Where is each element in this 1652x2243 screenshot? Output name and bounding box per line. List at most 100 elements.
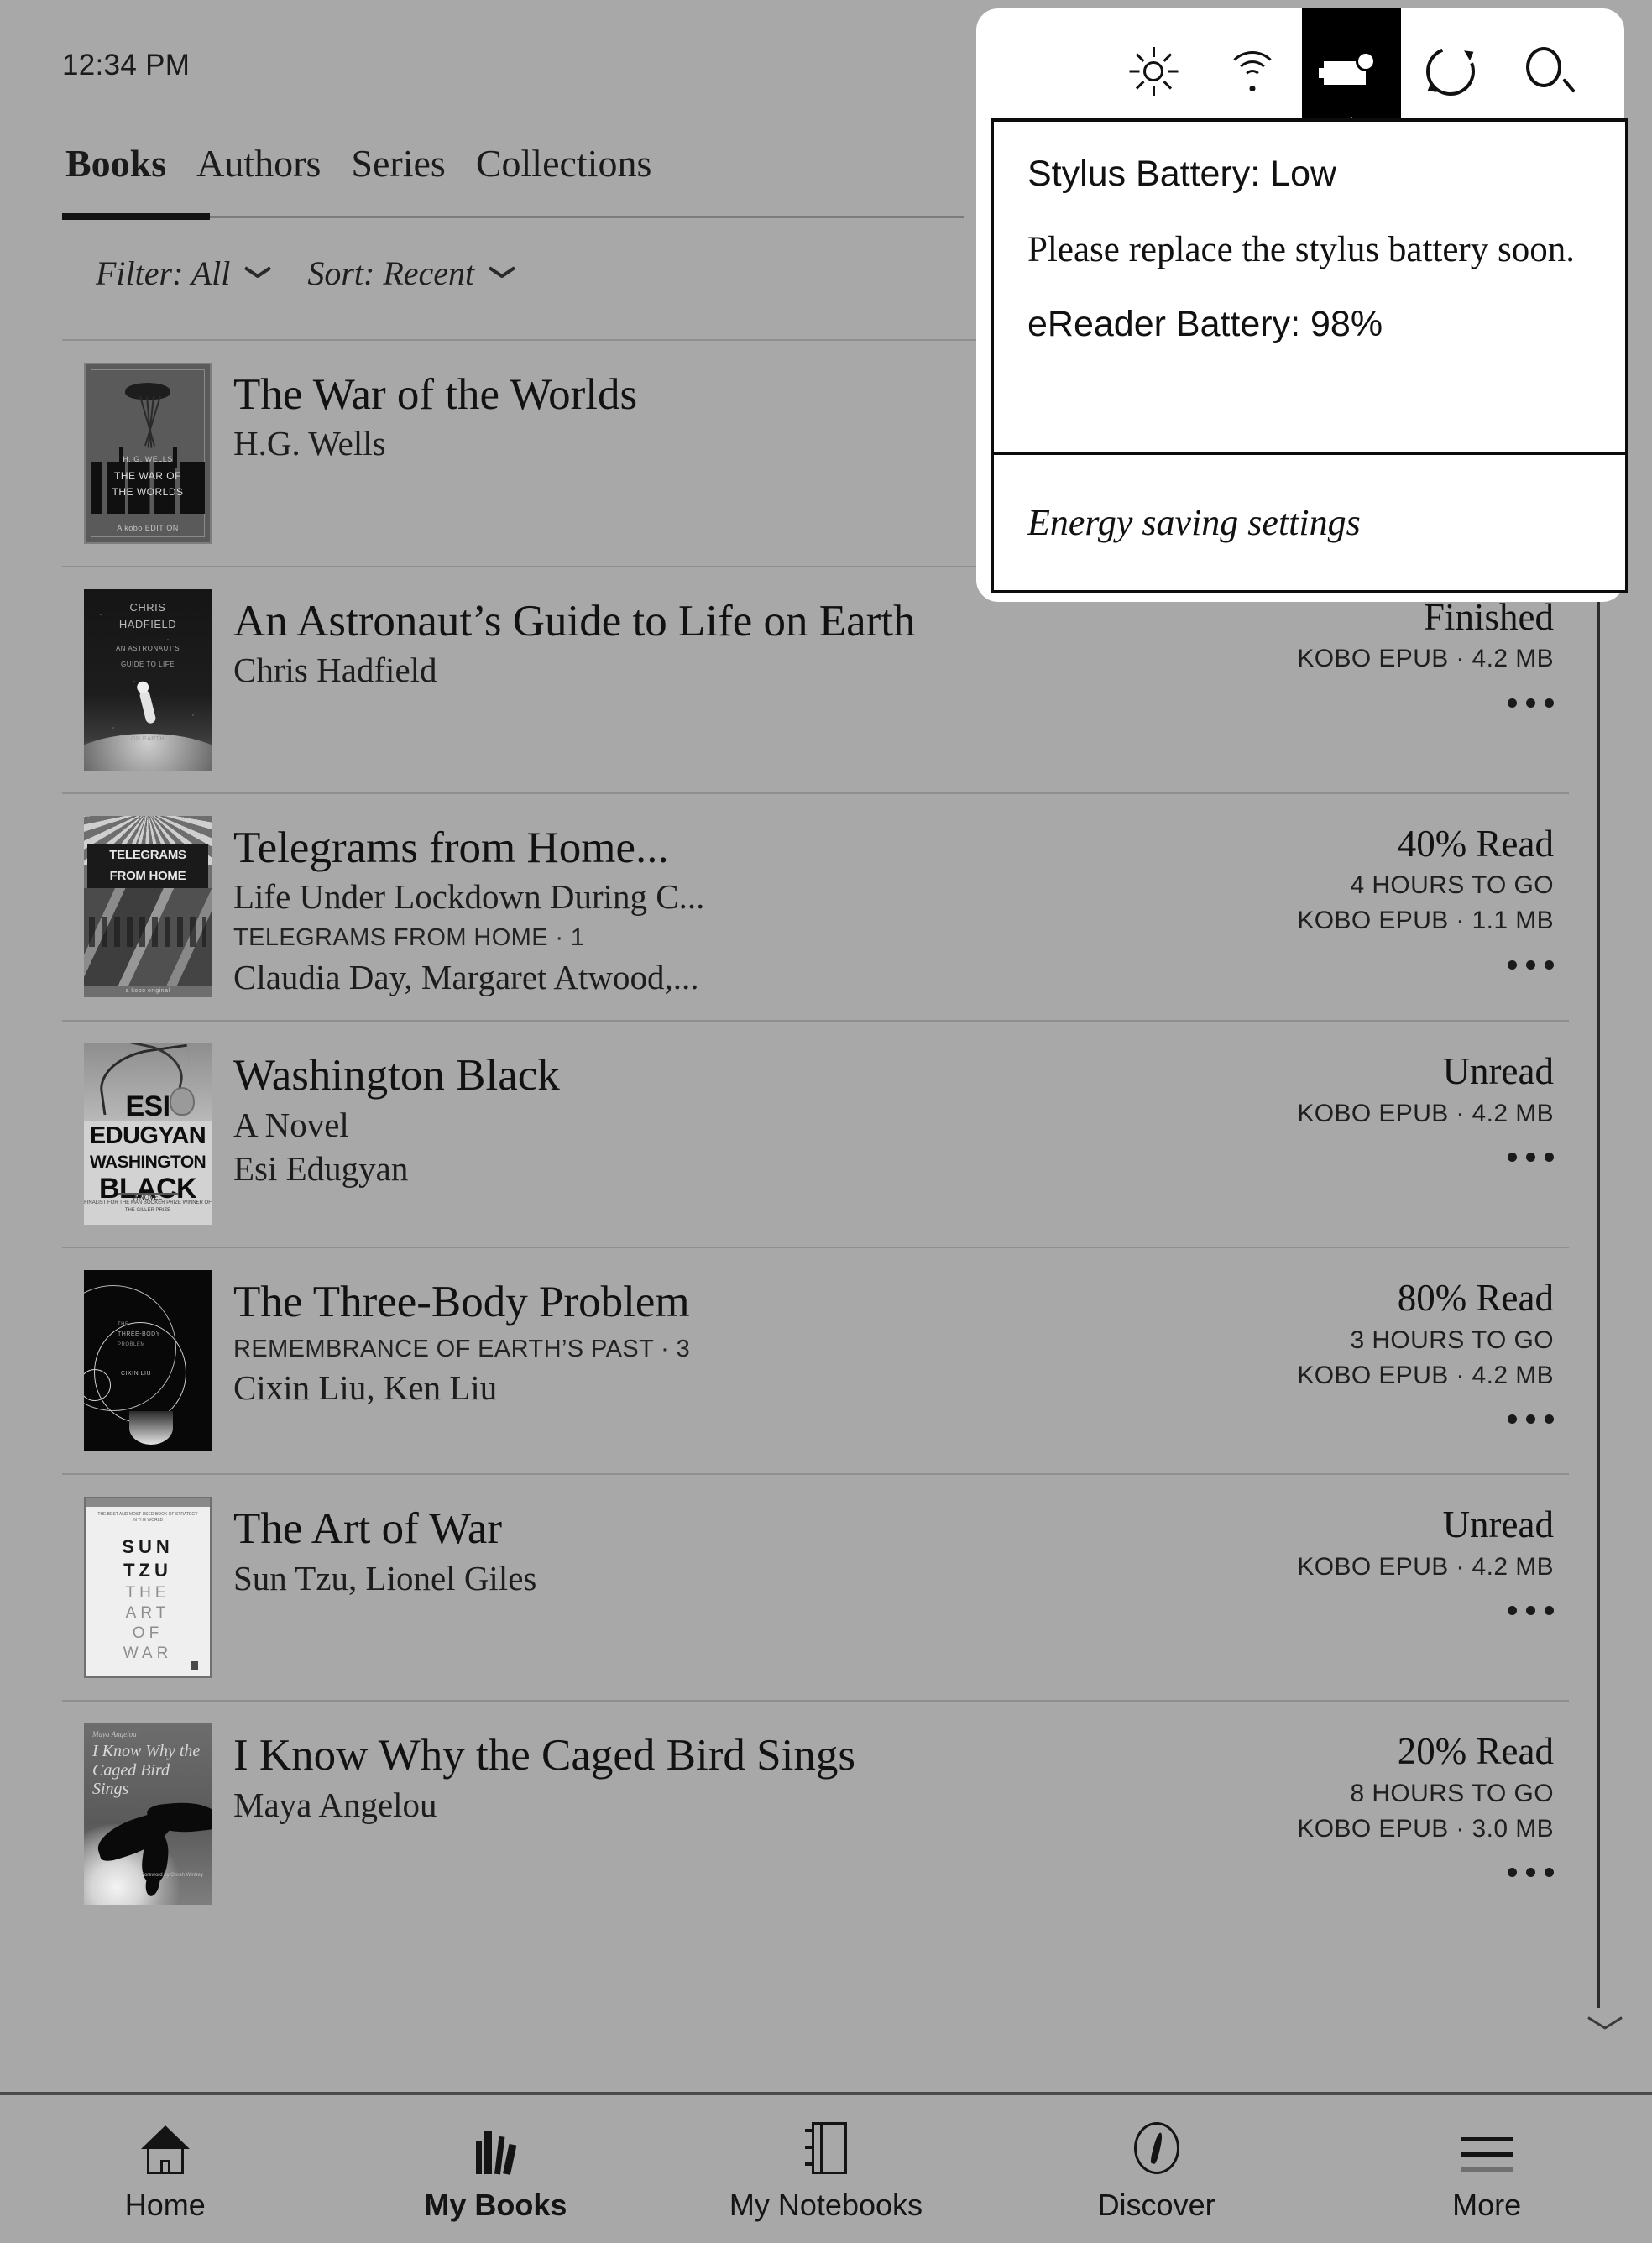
table-row[interactable]: ESI EDUGYAN WASHINGTON BLACK A NOVEL FIN… [62,1022,1569,1249]
nav-item-home[interactable]: Home [23,2120,308,2223]
nav-label-home: Home [124,2188,206,2222]
book-author: Chris Hadfield [233,651,437,690]
brightness-icon [1127,45,1179,97]
nav-label-my-books: My Books [424,2188,567,2222]
filter-label: Filter: All [96,254,231,292]
book-title: The Three-Body Problem [233,1278,690,1327]
stylus-battery-message: Please replace the stylus battery soon. [1027,229,1575,269]
sync-button[interactable] [1401,8,1500,134]
more-options-icon[interactable] [1508,1597,1554,1625]
cover-author-line2: EDUGYAN [89,1122,206,1150]
tab-series[interactable]: Series [348,144,448,183]
energy-saving-settings-label: Energy saving settings [1027,502,1361,543]
table-row[interactable]: Maya Angelou I Know Why the Caged Bird S… [62,1702,1569,1927]
cover-title-line1: THE [118,1322,129,1328]
bottom-navigation: Home My Books My Notebooks Discover More [0,2095,1652,2243]
more-options-icon[interactable] [1508,1859,1554,1887]
book-info: The Three-Body Problem REMEMBRANCE OF EA… [233,1270,1208,1409]
wifi-icon [1225,50,1280,93]
battery-button[interactable] [1302,8,1401,134]
cover-title-line1: AN ASTRONAUT'S [115,645,180,652]
nav-label-more: More [1452,2188,1522,2222]
energy-saving-settings-link[interactable]: Energy saving settings [994,455,1625,590]
wifi-button[interactable] [1203,8,1302,134]
nav-item-my-books[interactable]: My Books [353,2120,638,2223]
tab-books[interactable]: Books [62,144,170,183]
table-row[interactable]: THE BEST AND MOST USED BOOK OF STRATEGY … [62,1475,1569,1702]
books-icon [471,2125,520,2175]
ereader-battery-status: eReader Battery: 98% [1027,303,1383,344]
cover-title-line2: THREE-BODY [118,1331,160,1338]
cover-author-line1: CHRIS [129,601,166,614]
book-cover: ESI EDUGYAN WASHINGTON BLACK A NOVEL FIN… [84,1043,212,1226]
book-info: The Art of War Sun Tzu, Lionel Giles [233,1497,1208,1598]
reading-status: Unread [1442,1503,1554,1546]
cover-title-line3: PROBLEM [118,1342,145,1348]
cover-imprint: a kobo original [125,988,170,994]
book-cover: H. G. WELLS THE WAR OF THE WORLDS A kobo… [84,363,212,544]
cover-title-line4: WAR [123,1644,173,1663]
tab-collections[interactable]: Collections [473,144,656,183]
book-info: I Know Why the Caged Bird Sings Maya Ang… [233,1723,1208,1825]
cover-author-line1: SUN [122,1536,174,1558]
book-info: Washington Black A Novel Esi Edugyan [233,1043,1208,1189]
filter-dropdown[interactable]: Filter: All [96,254,270,293]
book-author: Maya Angelou [233,1785,437,1824]
brightness-button[interactable] [1104,8,1203,134]
cover-title-line2: FROM HOME [109,869,186,883]
cover-foreword: Foreword by Oprah Winfrey [141,1873,203,1879]
reading-status: Finished [1423,596,1554,638]
more-options-icon[interactable] [1508,1143,1554,1172]
cover-blurb: FINALIST FOR THE MAN BOOKER PRIZE WINNER… [84,1200,212,1214]
book-title: An Astronaut’s Guide to Life on Earth [233,597,916,646]
chevron-down-icon [489,266,515,280]
cover-title-line2: GUIDE TO LIFE [121,661,175,668]
cover-title-line1: THE [125,1583,170,1602]
table-row[interactable]: TELEGRAMS FROM HOME a kobo original Tele… [62,794,1569,1022]
more-options-icon[interactable] [1508,1405,1554,1434]
cover-title-line2: THE WORLDS [112,486,184,498]
book-meta: 20% Read 8 HOURS TO GO KOBO EPUB · 3.0 M… [1208,1723,1569,1886]
book-meta: 80% Read 3 HOURS TO GO KOBO EPUB · 4.2 M… [1208,1270,1569,1433]
home-icon [140,2125,190,2174]
file-format: KOBO EPUB · 1.1 MB [1297,907,1554,935]
book-subtitle: A Novel [233,1105,349,1144]
book-cover: THE THREE-BODY PROBLEM CIXIN LIU [84,1270,212,1452]
nav-item-more[interactable]: More [1344,2120,1629,2223]
cover-title-line1: THE WAR OF [114,470,181,482]
book-cover: CHRIS HADFIELD AN ASTRONAUT'S GUIDE TO L… [84,589,212,771]
table-row[interactable]: THE THREE-BODY PROBLEM CIXIN LIU The Thr… [62,1248,1569,1476]
sort-dropdown[interactable]: Sort: Recent [307,254,515,293]
cover-author-line2: HADFIELD [118,618,177,630]
time-to-go: 4 HOURS TO GO [1350,871,1554,900]
book-cover: Maya Angelou I Know Why the Caged Bird S… [84,1723,212,1906]
more-options-icon[interactable] [1508,950,1554,979]
book-author: Claudia Day, Margaret Atwood,... [233,958,699,997]
compass-icon [1133,2122,1179,2174]
book-meta: Finished KOBO EPUB · 4.2 MB [1208,589,1569,717]
cover-blurb: THE BEST AND MOST USED BOOK OF STRATEGY … [97,1512,198,1524]
battery-popup: Stylus Battery: Low Please replace the s… [991,118,1628,593]
time-to-go: 3 HOURS TO GO [1350,1325,1554,1354]
book-title: The Art of War [233,1504,503,1554]
cover-title-line3: ON EARTH [130,736,165,742]
book-meta: 40% Read 4 HOURS TO GO KOBO EPUB · 1.1 M… [1208,816,1569,979]
nav-item-discover[interactable]: Discover [1014,2120,1299,2223]
reading-status: Unread [1442,1050,1554,1093]
reading-status: 20% Read [1397,1730,1554,1773]
tab-authors[interactable]: Authors [193,144,324,183]
nav-item-my-notebooks[interactable]: My Notebooks [683,2120,969,2223]
file-format: KOBO EPUB · 4.2 MB [1297,1361,1554,1389]
sync-icon [1418,39,1483,104]
reading-status: 80% Read [1397,1277,1554,1320]
cover-title-line2: ART [125,1603,170,1622]
scroll-down-icon[interactable] [1588,2015,1622,2035]
book-cover: THE BEST AND MOST USED BOOK OF STRATEGY … [84,1497,212,1679]
book-info: An Astronaut’s Guide to Life on Earth Ch… [233,589,1208,691]
search-button[interactable] [1500,8,1599,134]
more-options-icon[interactable] [1508,688,1554,717]
cover-title-line1: TELEGRAMS [109,848,186,862]
reading-status: 40% Read [1397,823,1554,865]
nav-label-discover: Discover [1097,2188,1215,2222]
cover-author-text: Maya Angelou [92,1730,137,1739]
